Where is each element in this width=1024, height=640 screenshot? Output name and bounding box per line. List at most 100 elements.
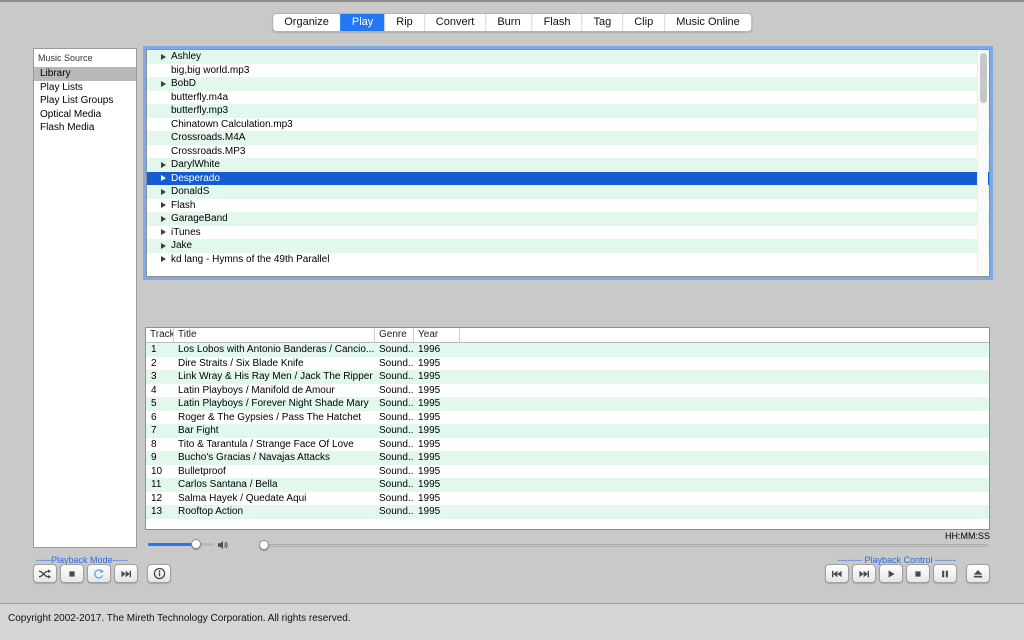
tree-item-jake[interactable]: Jake	[147, 239, 989, 253]
tree-scrollbar[interactable]	[977, 51, 988, 275]
column-header-filler	[460, 328, 989, 342]
tab-organize[interactable]: Organize	[273, 14, 340, 31]
position-track[interactable]	[259, 544, 988, 547]
volume-thumb[interactable]	[191, 539, 201, 549]
cell-genre: Sound...	[375, 451, 414, 465]
cell-year: 1995	[414, 384, 460, 398]
info-button[interactable]	[147, 564, 171, 583]
shuffle-mode-button[interactable]	[33, 564, 57, 583]
tree-item-label: Chinatown Calculation.mp3	[171, 119, 293, 130]
track-row-13[interactable]: 13Rooftop ActionSound...1995	[146, 505, 989, 519]
stop-icon	[912, 568, 924, 580]
disclosure-triangle-icon[interactable]	[161, 54, 171, 60]
volume-slider[interactable]	[148, 537, 214, 551]
cell-track: 12	[146, 492, 174, 506]
stop-button[interactable]	[906, 564, 930, 583]
column-header-year[interactable]: Year	[414, 328, 460, 342]
disclosure-triangle-icon[interactable]	[161, 202, 171, 208]
play-button[interactable]	[879, 564, 903, 583]
skip-end-mode-button[interactable]	[114, 564, 138, 583]
track-row-7[interactable]: 7Bar FightSound...1995	[146, 424, 989, 438]
cell-title: Bar Fight	[174, 424, 375, 438]
tab-flash[interactable]: Flash	[532, 14, 582, 31]
tree-item-darylwhite[interactable]: DarylWhite	[147, 158, 989, 172]
tree-item-flash[interactable]: Flash	[147, 199, 989, 213]
track-row-3[interactable]: 3Link Wray & His Ray Men / Jack The Ripp…	[146, 370, 989, 384]
track-row-8[interactable]: 8Tito & Tarantula / Strange Face Of Love…	[146, 438, 989, 452]
tree-item-kd-lang-hymns-of-the-49th-parallel[interactable]: kd lang - Hymns of the 49th Parallel	[147, 253, 989, 267]
skip-start-button[interactable]	[825, 564, 849, 583]
sidebar-item-play-lists[interactable]: Play Lists	[34, 81, 136, 95]
column-header-genre[interactable]: Genre	[375, 328, 414, 342]
tree-item-label: GarageBand	[171, 213, 228, 224]
tree-item-crossroads-m4a[interactable]: Crossroads.M4A	[147, 131, 989, 145]
repeat-mode-button[interactable]	[87, 564, 111, 583]
cell-year: 1995	[414, 465, 460, 479]
tree-item-butterfly-m4a[interactable]: butterfly.m4a	[147, 91, 989, 105]
tree-scrollbar-thumb[interactable]	[980, 53, 987, 103]
tab-convert[interactable]: Convert	[424, 14, 486, 31]
track-row-9[interactable]: 9Bucho's Gracias / Navajas AttacksSound.…	[146, 451, 989, 465]
disclosure-triangle-icon[interactable]	[161, 229, 171, 235]
disclosure-triangle-icon[interactable]	[161, 189, 171, 195]
cell-track: 6	[146, 411, 174, 425]
track-row-1[interactable]: 1Los Lobos with Antonio Banderas / Canci…	[146, 343, 989, 357]
track-row-6[interactable]: 6Roger & The Gypsies / Pass The HatchetS…	[146, 411, 989, 425]
position-thumb[interactable]	[259, 540, 269, 550]
tab-music-online[interactable]: Music Online	[664, 14, 751, 31]
tab-burn[interactable]: Burn	[485, 14, 531, 31]
cell-track: 11	[146, 478, 174, 492]
copyright-text: Copyright 2002-2017. The Mireth Technolo…	[8, 613, 351, 624]
sidebar-item-optical-media[interactable]: Optical Media	[34, 108, 136, 122]
stop-mode-button[interactable]	[60, 564, 84, 583]
column-header-title[interactable]: Title	[174, 328, 375, 342]
cell-year: 1995	[414, 397, 460, 411]
tree-item-crossroads-mp3[interactable]: Crossroads.MP3	[147, 145, 989, 159]
position-slider[interactable]	[259, 538, 988, 552]
track-row-12[interactable]: 12Salma Hayek / Quedate AquiSound...1995	[146, 492, 989, 506]
track-row-10[interactable]: 10BulletproofSound...1995	[146, 465, 989, 479]
track-table-body: 1Los Lobos with Antonio Banderas / Canci…	[146, 343, 989, 519]
info-icon	[153, 567, 166, 580]
tree-item-label: big,big world.mp3	[171, 65, 249, 76]
disclosure-triangle-icon[interactable]	[161, 175, 171, 181]
sidebar-item-flash-media[interactable]: Flash Media	[34, 121, 136, 135]
tab-rip[interactable]: Rip	[384, 14, 424, 31]
cell-title: Roger & The Gypsies / Pass The Hatchet	[174, 411, 375, 425]
cell-track: 9	[146, 451, 174, 465]
sidebar-item-play-list-groups[interactable]: Play List Groups	[34, 94, 136, 108]
track-row-4[interactable]: 4Latin Playboys / Manifold de AmourSound…	[146, 384, 989, 398]
column-header-track[interactable]: Track	[146, 328, 174, 342]
tree-item-donalds[interactable]: DonaldS	[147, 185, 989, 199]
pause-button[interactable]	[933, 564, 957, 583]
cell-title: Rooftop Action	[174, 505, 375, 519]
skip-end-button[interactable]	[852, 564, 876, 583]
track-row-5[interactable]: 5Latin Playboys / Forever Night Shade Ma…	[146, 397, 989, 411]
cell-genre: Sound...	[375, 397, 414, 411]
tab-tag[interactable]: Tag	[581, 14, 622, 31]
cell-genre: Sound...	[375, 370, 414, 384]
cell-year: 1995	[414, 478, 460, 492]
tree-item-itunes[interactable]: iTunes	[147, 226, 989, 240]
tree-item-desperado[interactable]: Desperado	[147, 172, 989, 186]
cell-title: Carlos Santana / Bella	[174, 478, 375, 492]
tree-item-chinatown-calculation-mp3[interactable]: Chinatown Calculation.mp3	[147, 118, 989, 132]
track-row-11[interactable]: 11Carlos Santana / BellaSound...1995	[146, 478, 989, 492]
disclosure-triangle-icon[interactable]	[161, 216, 171, 222]
tree-item-garageband[interactable]: GarageBand	[147, 212, 989, 226]
tree-item-butterfly-mp3[interactable]: butterfly.mp3	[147, 104, 989, 118]
eject-button[interactable]	[966, 564, 990, 583]
track-row-2[interactable]: 2Dire Straits / Six Blade KnifeSound...1…	[146, 357, 989, 371]
track-table-header: TrackTitleGenreYear	[146, 328, 989, 343]
disclosure-triangle-icon[interactable]	[161, 256, 171, 262]
disclosure-triangle-icon[interactable]	[161, 162, 171, 168]
disclosure-triangle-icon[interactable]	[161, 81, 171, 87]
disclosure-triangle-icon[interactable]	[161, 243, 171, 249]
tab-clip[interactable]: Clip	[622, 14, 664, 31]
tree-item-bobd[interactable]: BobD	[147, 77, 989, 91]
cell-genre: Sound...	[375, 478, 414, 492]
sidebar-item-library[interactable]: Library	[34, 67, 136, 81]
tree-item-big-big-world-mp3[interactable]: big,big world.mp3	[147, 64, 989, 78]
tree-item-ashley[interactable]: Ashley	[147, 50, 989, 64]
tab-play[interactable]: Play	[340, 14, 384, 31]
